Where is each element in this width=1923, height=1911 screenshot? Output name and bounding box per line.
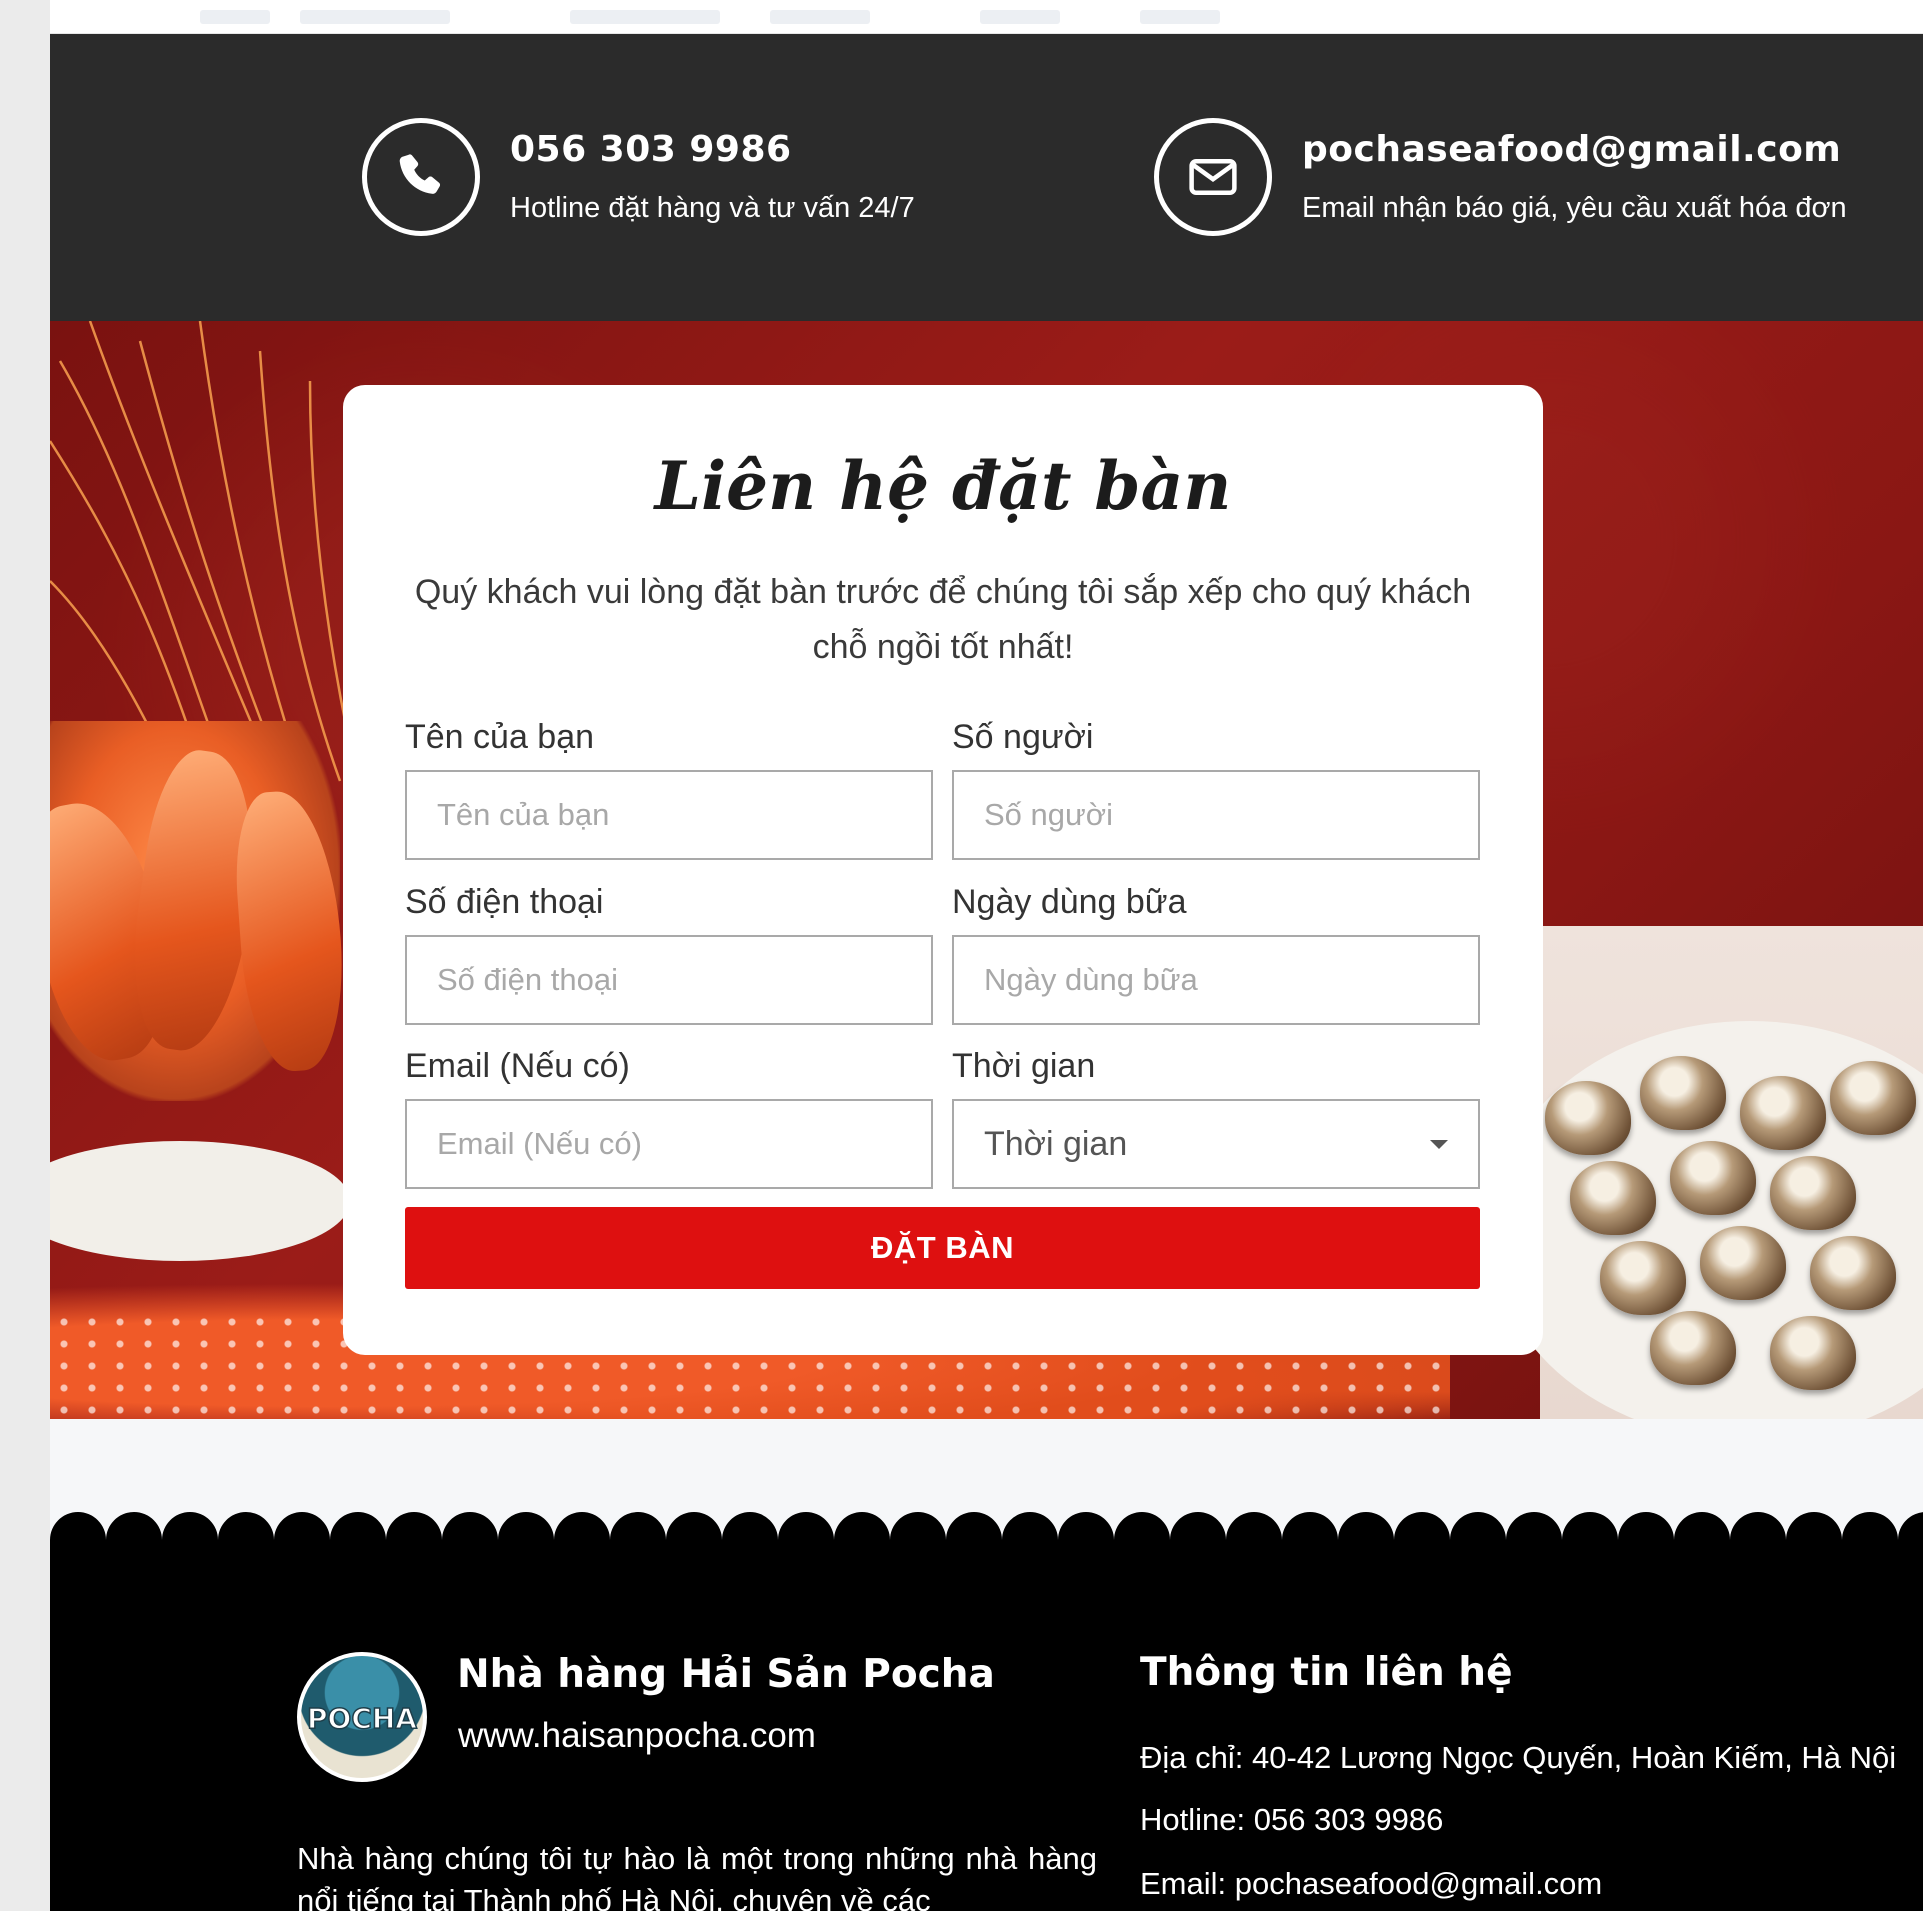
- nav-ghost: [570, 10, 720, 24]
- hotline-number[interactable]: 056 303 9986: [510, 129, 915, 170]
- snail: [1810, 1236, 1896, 1310]
- phone-icon: [362, 118, 480, 236]
- guests-input[interactable]: [952, 770, 1480, 860]
- snail: [1545, 1081, 1631, 1155]
- nav-ghost: [300, 10, 450, 24]
- form-description: Quý khách vui lòng đặt bàn trước để chún…: [414, 573, 1472, 666]
- email-info[interactable]: pochaseafood@gmail.com Email nhận báo gi…: [1154, 118, 1847, 236]
- snail: [1740, 1076, 1826, 1150]
- logo-wordmark: POCHA: [306, 1701, 417, 1736]
- time-field: Thời gian Thời gian: [952, 1047, 1480, 1189]
- date-label: Ngày dùng bữa: [952, 883, 1187, 921]
- chevron-down-icon: [1430, 1139, 1448, 1149]
- time-select[interactable]: Thời gian: [952, 1099, 1480, 1189]
- phone-label: Số điện thoại: [405, 883, 604, 921]
- snail: [1600, 1241, 1686, 1315]
- snail: [1570, 1161, 1656, 1235]
- contact-address: Địa chỉ: 40-42 Lương Ngọc Quyến, Hoàn Ki…: [1140, 1740, 1897, 1775]
- snail: [1650, 1311, 1736, 1385]
- form-title: Liên hệ đặt bàn: [654, 447, 1232, 525]
- email-label: Email (Nếu có): [405, 1047, 630, 1085]
- email-caption: Email nhận báo giá, yêu cầu xuất hóa đơn: [1302, 192, 1847, 224]
- guests-label: Số người: [952, 718, 1094, 756]
- date-field: Ngày dùng bữa: [952, 883, 1480, 1025]
- snail: [1830, 1061, 1916, 1135]
- date-input[interactable]: [952, 935, 1480, 1025]
- email-field: Email (Nếu có): [405, 1047, 933, 1189]
- pocha-logo[interactable]: POCHA: [297, 1652, 427, 1782]
- snail: [1670, 1141, 1756, 1215]
- snail: [1770, 1156, 1856, 1230]
- snail: [1700, 1226, 1786, 1300]
- name-label: Tên của bạn: [405, 718, 595, 756]
- email-input[interactable]: [405, 1099, 933, 1189]
- nav-ghost: [200, 10, 270, 24]
- nav-ghost: [770, 10, 870, 24]
- snail: [1770, 1316, 1856, 1390]
- phone-field: Số điện thoại: [405, 883, 933, 1025]
- nav-ghost: [980, 10, 1060, 24]
- snail: [1640, 1056, 1726, 1130]
- name-input[interactable]: [405, 770, 933, 860]
- page: 056 303 9986 Hotline đặt hàng và tư vấn …: [50, 0, 1923, 1911]
- contact-hotline[interactable]: Hotline: 056 303 9986: [1140, 1802, 1443, 1838]
- phone-input[interactable]: [405, 935, 933, 1025]
- email-address[interactable]: pochaseafood@gmail.com: [1302, 129, 1847, 170]
- time-label: Thời gian: [952, 1047, 1096, 1085]
- contact-email[interactable]: Email: pochaseafood@gmail.com: [1140, 1866, 1602, 1902]
- book-table-button[interactable]: ĐẶT BÀN: [405, 1207, 1480, 1289]
- about-text: Nhà hàng chúng tôi tự hào là một trong n…: [297, 1841, 1097, 1911]
- brand-name: Nhà hàng Hải Sản Pocha: [457, 1652, 995, 1697]
- nav-ghost: [1140, 10, 1220, 24]
- name-field: Tên của bạn: [405, 718, 933, 860]
- website-link[interactable]: www.haisanpocha.com: [458, 1716, 816, 1756]
- contact-bar: 056 303 9986 Hotline đặt hàng và tư vấn …: [50, 34, 1923, 321]
- hotline-caption: Hotline đặt hàng và tư vấn 24/7: [510, 192, 915, 224]
- contact-title: Thông tin liên hệ: [1140, 1650, 1513, 1695]
- top-nav-strip: [50, 0, 1923, 34]
- booking-form-card: Liên hệ đặt bàn Quý khách vui lòng đặt b…: [343, 385, 1543, 1355]
- time-select-value: Thời gian: [984, 1124, 1128, 1163]
- guests-field: Số người: [952, 718, 1480, 860]
- hotline-info[interactable]: 056 303 9986 Hotline đặt hàng và tư vấn …: [362, 118, 915, 236]
- mail-icon: [1154, 118, 1272, 236]
